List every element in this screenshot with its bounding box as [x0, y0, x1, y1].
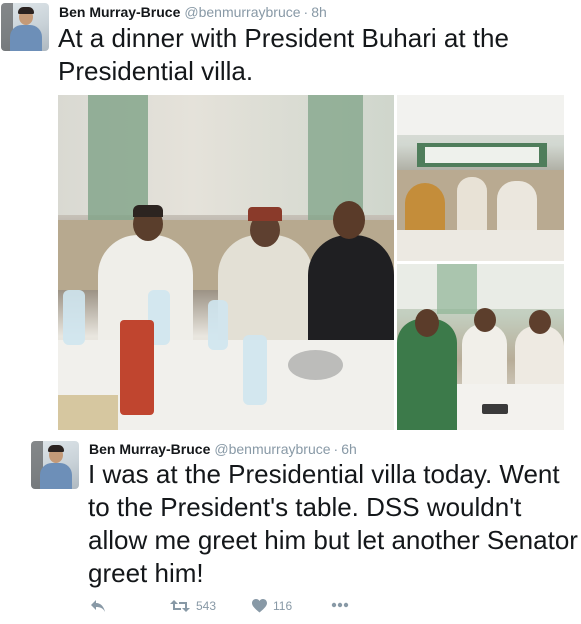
- more-icon: [331, 602, 349, 608]
- separator-dot: ·: [303, 4, 309, 20]
- tweet-header: Ben Murray-Bruce @benmurraybruce · 6h: [89, 441, 357, 458]
- retweet-icon: [170, 599, 190, 613]
- tweet-header: Ben Murray-Bruce @benmurraybruce · 8h: [59, 4, 327, 21]
- retweet-button[interactable]: 543: [170, 599, 216, 613]
- photo-bottom-right[interactable]: [397, 264, 564, 430]
- display-name[interactable]: Ben Murray-Bruce: [89, 441, 210, 457]
- timestamp[interactable]: 8h: [311, 4, 327, 20]
- user-handle[interactable]: @benmurraybruce: [184, 4, 300, 20]
- avatar[interactable]: [1, 3, 49, 51]
- tweet-text: I was at the Presidential villa today. W…: [88, 459, 578, 588]
- tweet-text: At a dinner with President Buhari at the…: [58, 23, 509, 86]
- like-count: 116: [273, 599, 293, 613]
- reply-icon: [90, 599, 106, 613]
- photo-top-right[interactable]: [397, 95, 564, 261]
- media-grid: [58, 95, 564, 430]
- like-button[interactable]: 116: [252, 599, 292, 613]
- tweet-actions: 543 116: [0, 598, 581, 618]
- display-name[interactable]: Ben Murray-Bruce: [59, 4, 180, 20]
- more-button[interactable]: [331, 602, 349, 608]
- user-handle[interactable]: @benmurraybruce: [214, 441, 330, 457]
- photo-main[interactable]: [58, 95, 394, 430]
- separator-dot: ·: [333, 441, 339, 457]
- heart-icon: [252, 599, 267, 613]
- timestamp[interactable]: 6h: [341, 441, 357, 457]
- avatar[interactable]: [31, 441, 79, 489]
- reply-button[interactable]: [90, 599, 106, 613]
- retweet-count: 543: [196, 599, 217, 613]
